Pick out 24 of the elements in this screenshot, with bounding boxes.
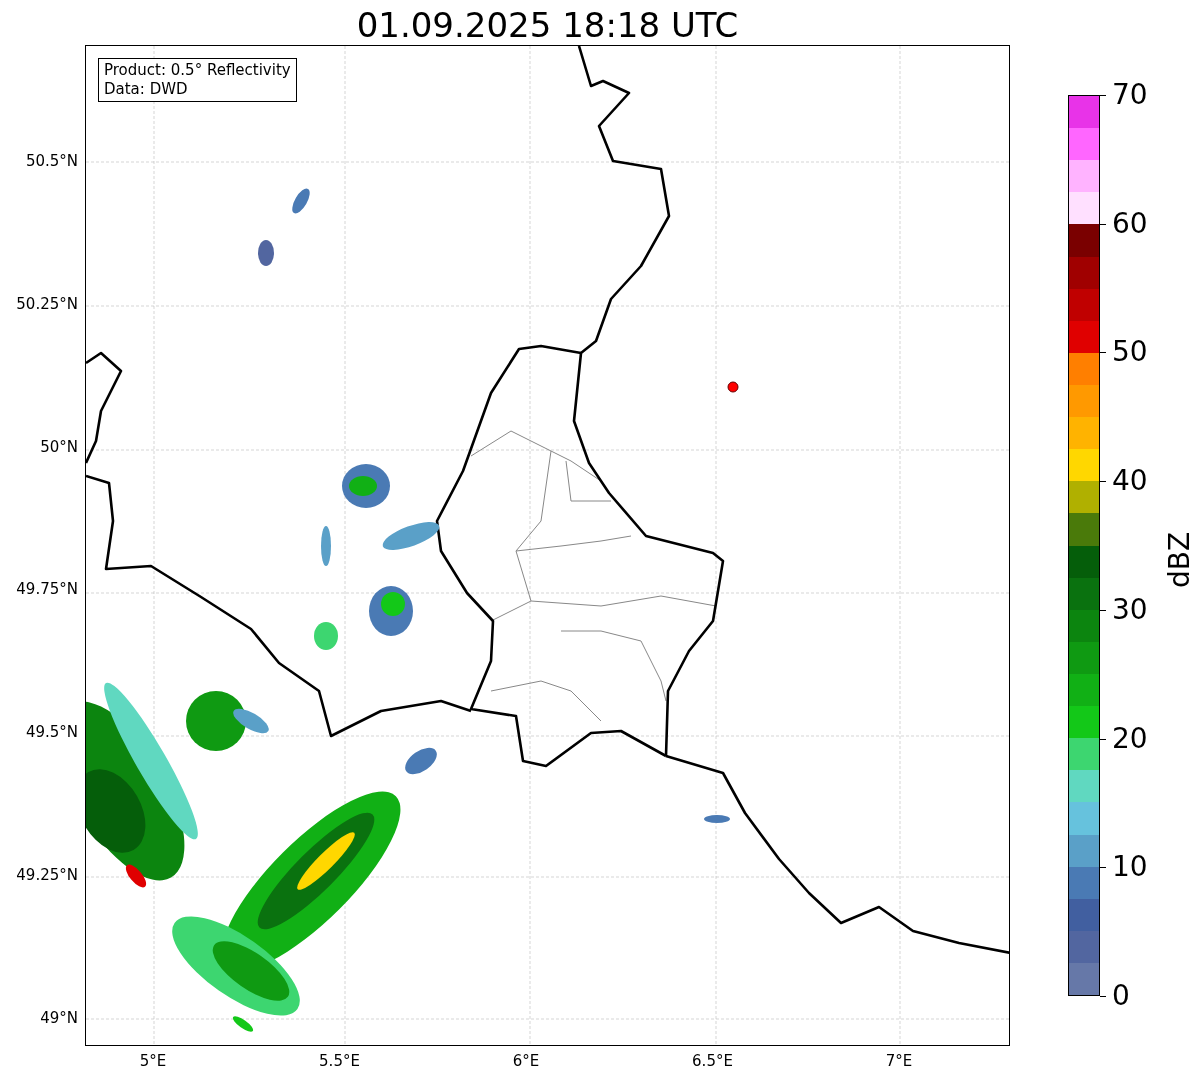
info-text: Data: DWD — [104, 80, 189, 99]
colorbar-tick-label: 20 — [1112, 722, 1148, 755]
latitude-label: 49.25°N — [16, 866, 78, 884]
longitude-label: 6.5°E — [691, 1052, 734, 1070]
chart-title: 01.09.2025 18:18 UTC — [355, 4, 740, 47]
colorbar-tick-label: 10 — [1112, 851, 1148, 884]
longitude-label: 5.5°E — [318, 1052, 361, 1070]
latitude-label: 50.25°N — [16, 294, 78, 313]
colorbar-tick-label: 0 — [1112, 980, 1130, 1012]
colorbar-tick-label: 30 — [1112, 593, 1148, 626]
colorbar-tick-label: 70 — [1112, 79, 1148, 111]
colorbar-tick-label: 40 — [1112, 465, 1148, 498]
latitude-label: 50°N — [40, 437, 78, 456]
latitude-label: 49.5°N — [25, 723, 78, 742]
longitude-label: 7°E — [884, 1052, 914, 1070]
colorbar-tick-label: 60 — [1112, 207, 1148, 240]
colorbar-label: dBZ — [1162, 530, 1197, 590]
latitude-label: 50.5°N — [25, 152, 78, 170]
longitude-label: 5°E — [138, 1052, 168, 1070]
latitude-label: 49°N — [40, 1008, 78, 1027]
longitude-label: 6°E — [511, 1052, 541, 1070]
info-text: Product: 0.5° Reflectivity — [104, 61, 291, 80]
latitude-label: 49.75°N — [16, 580, 78, 599]
colorbar-tick-label: 50 — [1112, 336, 1148, 369]
